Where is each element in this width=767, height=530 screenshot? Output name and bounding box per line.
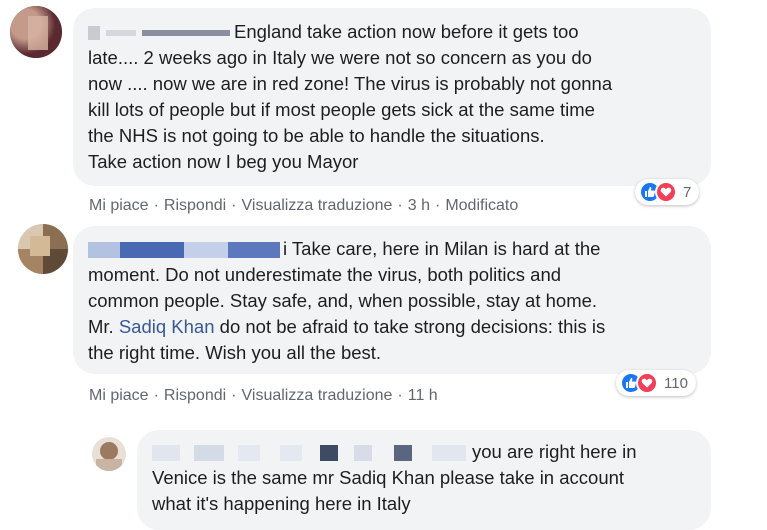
- comment-line: Mr. Sadiq Khan do not be afraid to take …: [88, 316, 606, 337]
- timestamp[interactable]: 3 h: [408, 197, 430, 214]
- translate-button[interactable]: Visualizza traduzione: [242, 197, 393, 214]
- comment-bubble: i Take care, here in Milan is hard at th…: [73, 226, 711, 374]
- comment-line: Take action now I beg you Mayor: [88, 151, 359, 172]
- comment-line: late.... 2 weeks ago in Italy we were no…: [88, 47, 592, 68]
- reaction-summary[interactable]: 7: [635, 179, 700, 205]
- censored-author-name[interactable]: [152, 445, 180, 462]
- timestamp[interactable]: 11 h: [408, 387, 438, 404]
- comment-line: kill lots of people but if most people g…: [88, 99, 595, 120]
- heart-icon: [655, 181, 677, 203]
- comment-line: now .... now we are in red zone! The vir…: [88, 73, 613, 94]
- comment-line: what it's happening here in Italy: [152, 493, 411, 514]
- avatar[interactable]: [92, 437, 126, 471]
- comment-line: common people. Stay safe, and, when poss…: [88, 290, 598, 311]
- reaction-count: 7: [683, 183, 692, 201]
- comment-line: Venice is the same mr Sadiq Khan please …: [152, 467, 625, 488]
- translate-button[interactable]: Visualizza traduzione: [242, 387, 393, 404]
- comment-actions: Mi piace · Rispondi · Visualizza traduzione ·…: [89, 197, 519, 214]
- comment-line: i Take care, here in Milan is hard at th…: [88, 236, 605, 262]
- reply-button[interactable]: Rispondi: [164, 197, 226, 214]
- comment-line: moment. Do not underestimate the virus, …: [88, 264, 562, 285]
- comment-line: England take action now before it gets t…: [88, 19, 612, 45]
- edited-label[interactable]: Modificato: [445, 197, 518, 214]
- avatar[interactable]: [18, 224, 68, 274]
- like-button[interactable]: Mi piace: [89, 387, 149, 404]
- reply-button[interactable]: Rispondi: [164, 387, 226, 404]
- comment-line: the right time. Wish you all the best.: [88, 342, 382, 363]
- reaction-summary[interactable]: 110: [616, 370, 696, 396]
- comment-actions: Mi piace · Rispondi · Visualizza traduzione ·…: [89, 387, 438, 404]
- censored-author-name[interactable]: [88, 242, 120, 259]
- reaction-count: 110: [664, 374, 688, 392]
- heart-icon: [636, 372, 658, 394]
- comment-bubble: you are right here in Venice is the same…: [137, 430, 711, 530]
- comment-line: the NHS is not going to be able to handl…: [88, 125, 545, 146]
- like-button[interactable]: Mi piace: [89, 197, 149, 214]
- comment-bubble: England take action now before it gets t…: [73, 8, 711, 186]
- censored-author-name[interactable]: [88, 26, 100, 41]
- avatar[interactable]: [10, 6, 62, 58]
- comment-line: you are right here in: [152, 439, 637, 465]
- mention-link[interactable]: Sadiq Khan: [119, 316, 215, 337]
